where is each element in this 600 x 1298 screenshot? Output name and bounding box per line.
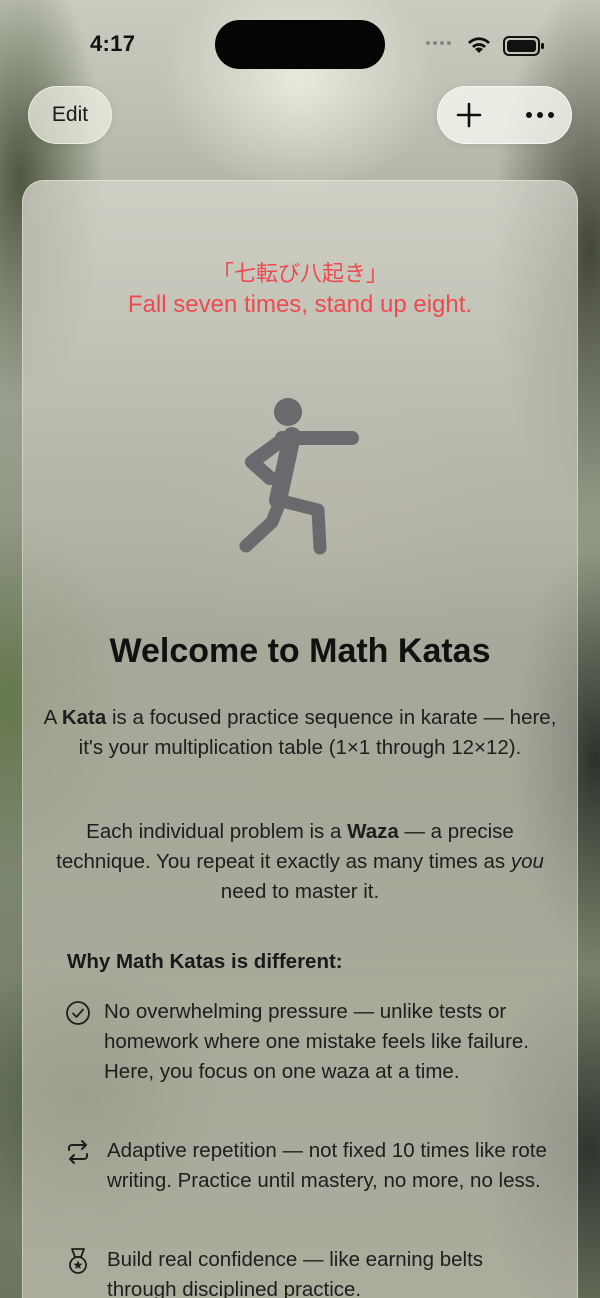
feature-text: Build real confidence — like earning bel… [107, 1248, 484, 1298]
why-heading: Why Math Katas is different: [67, 950, 343, 973]
waza-description: Each individual problem is a Waza — a pr… [56, 820, 544, 903]
plus-icon [456, 102, 482, 128]
ellipsis-icon [526, 112, 554, 118]
checkmark-circle-icon [66, 1001, 90, 1025]
feature-text: No overwhelming pressure — unlike tests … [104, 1000, 529, 1083]
karate-figure-icon [239, 398, 359, 555]
proverb-japanese: 「七転び八起き」 [211, 261, 388, 286]
more-button[interactable] [508, 86, 572, 144]
battery-icon [503, 36, 544, 56]
edit-button[interactable]: Edit [28, 86, 112, 144]
kata-description: A Kata is a focused practice sequence in… [43, 706, 557, 759]
wifi-icon [468, 37, 490, 53]
status-bar: 4:17 [0, 0, 600, 90]
proverb-english: Fall seven times, stand up eight. [127, 291, 473, 318]
toolbar-actions [437, 86, 572, 144]
page-title: Welcome to Math Katas [109, 632, 491, 670]
add-button[interactable] [437, 86, 501, 144]
dynamic-island [215, 20, 385, 69]
repeat-icon [68, 1140, 88, 1164]
cellular-signal-icon [426, 41, 451, 45]
status-time: 4:17 [90, 31, 136, 56]
feature-text: Adaptive repetition — not fixed 10 times… [107, 1139, 547, 1192]
medal-icon [69, 1248, 87, 1274]
